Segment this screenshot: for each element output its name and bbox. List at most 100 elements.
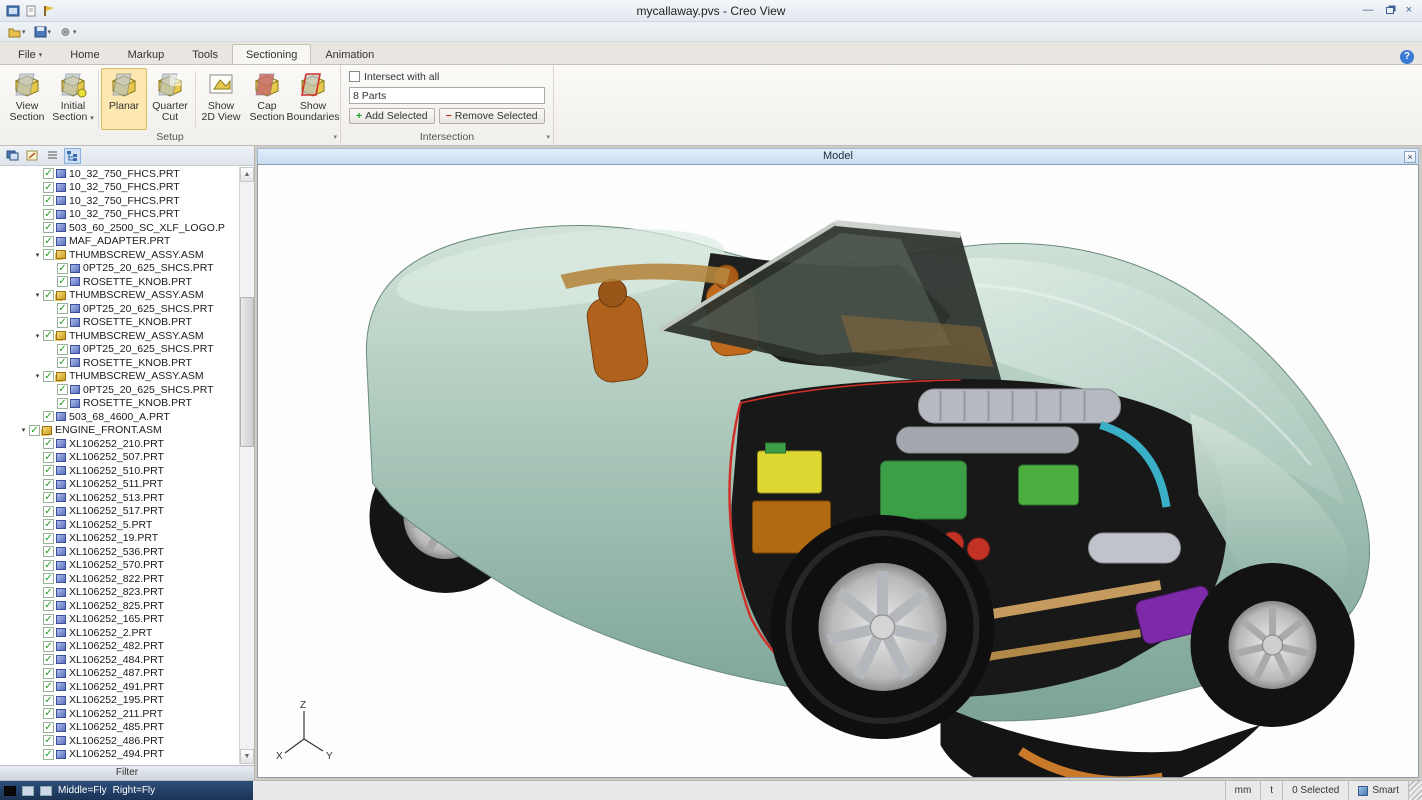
visibility-checkbox-icon[interactable]: ✓ (43, 600, 54, 611)
tree-item-part[interactable]: ✓10_32_750_FHCS.PRT (0, 181, 254, 195)
visibility-checkbox-icon[interactable]: ✓ (43, 168, 54, 179)
tree-item-part[interactable]: ✓0PT25_20_625_SHCS.PRT (0, 383, 254, 397)
visibility-checkbox-icon[interactable]: ✓ (43, 182, 54, 193)
visibility-checkbox-icon[interactable]: ✓ (43, 546, 54, 557)
tree-item-part[interactable]: ✓XL106252_195.PRT (0, 694, 254, 708)
visibility-checkbox-icon[interactable]: ✓ (43, 411, 54, 422)
tab-tools[interactable]: Tools (178, 44, 232, 64)
model-close-icon[interactable]: × (1404, 151, 1416, 163)
tree-item-part[interactable]: ✓XL106252_19.PRT (0, 532, 254, 546)
annotations-icon[interactable] (24, 148, 41, 164)
visibility-checkbox-icon[interactable]: ✓ (43, 681, 54, 692)
visibility-checkbox-icon[interactable]: ✓ (43, 452, 54, 463)
visibility-checkbox-icon[interactable]: ✓ (43, 209, 54, 220)
expander-icon[interactable]: ▾ (32, 372, 43, 380)
view-section-button[interactable]: View Section (4, 68, 50, 130)
tree-scrollbar[interactable]: ▲ ▼ (239, 167, 254, 764)
minimize-button[interactable]: — (1363, 5, 1374, 16)
visibility-checkbox-icon[interactable]: ✓ (57, 303, 68, 314)
tree-item-assembly[interactable]: ▾✓THUMBSCREW_ASSY.ASM (0, 289, 254, 303)
visibility-checkbox-icon[interactable]: ✓ (43, 749, 54, 760)
tree-item-part[interactable]: ✓XL106252_491.PRT (0, 680, 254, 694)
tree-item-part[interactable]: ✓503_60_2500_SC_XLF_LOGO.P (0, 221, 254, 235)
cap-section-button[interactable]: Cap Section (244, 68, 290, 130)
expander-icon[interactable]: ▾ (18, 426, 29, 434)
intake-tube[interactable] (919, 389, 1121, 423)
help-icon[interactable]: ? (1400, 50, 1414, 64)
visibility-checkbox-icon[interactable]: ✓ (43, 573, 54, 584)
visibility-checkbox-icon[interactable]: ✓ (43, 587, 54, 598)
engine-block[interactable] (881, 461, 967, 519)
scroll-down-icon[interactable]: ▼ (240, 749, 254, 764)
visibility-checkbox-icon[interactable]: ✓ (57, 317, 68, 328)
tree-item-part[interactable]: ✓0PT25_20_625_SHCS.PRT (0, 262, 254, 276)
tree-item-part[interactable]: ✓XL106252_482.PRT (0, 640, 254, 654)
tree-item-part[interactable]: ✓0PT25_20_625_SHCS.PRT (0, 343, 254, 357)
visibility-checkbox-icon[interactable]: ✓ (43, 438, 54, 449)
tree-item-part[interactable]: ✓XL106252_485.PRT (0, 721, 254, 735)
quarter-cut-button[interactable]: Quarter Cut (147, 68, 193, 130)
visibility-checkbox-icon[interactable]: ✓ (43, 222, 54, 233)
tree-item-part[interactable]: ✓XL106252_165.PRT (0, 613, 254, 627)
tab-animation[interactable]: Animation (311, 44, 388, 64)
visibility-checkbox-icon[interactable]: ✓ (57, 276, 68, 287)
tree-item-part[interactable]: ✓XL106252_210.PRT (0, 437, 254, 451)
tree-item-part[interactable]: ✓XL106252_211.PRT (0, 707, 254, 721)
status-units[interactable]: mm (1225, 781, 1261, 800)
open-button[interactable]: ▾ (5, 25, 29, 39)
add-selected-button[interactable]: + Add Selected (349, 108, 435, 124)
tree-item-part[interactable]: ✓ROSETTE_KNOB.PRT (0, 397, 254, 411)
tab-markup[interactable]: Markup (114, 44, 179, 64)
visibility-checkbox-icon[interactable]: ✓ (57, 344, 68, 355)
flag-icon[interactable] (42, 5, 56, 17)
visibility-checkbox-icon[interactable]: ✓ (57, 398, 68, 409)
tree-item-part[interactable]: ✓ROSETTE_KNOB.PRT (0, 356, 254, 370)
settings-dropdown-icon[interactable]: ▾ (73, 28, 77, 36)
visibility-checkbox-icon[interactable]: ✓ (29, 425, 40, 436)
far-front-wheel[interactable] (1191, 563, 1355, 727)
visibility-checkbox-icon[interactable]: ✓ (57, 384, 68, 395)
visibility-checkbox-icon[interactable]: ✓ (43, 236, 54, 247)
car-model[interactable] (258, 165, 1418, 777)
tree-item-part[interactable]: ✓XL106252_823.PRT (0, 586, 254, 600)
visibility-checkbox-icon[interactable]: ✓ (43, 641, 54, 652)
planar-button[interactable]: Planar (101, 68, 147, 130)
settings-button[interactable]: ▾ (56, 25, 80, 39)
tab-sectioning[interactable]: Sectioning (232, 44, 311, 64)
tree-item-part[interactable]: ✓0PT25_20_625_SHCS.PRT (0, 302, 254, 316)
status-tolerance[interactable]: t (1260, 781, 1282, 800)
tree-item-part[interactable]: ✓10_32_750_FHCS.PRT (0, 167, 254, 181)
visibility-checkbox-icon[interactable]: ✓ (43, 668, 54, 679)
visibility-checkbox-icon[interactable]: ✓ (43, 249, 54, 260)
tree-item-part[interactable]: ✓XL106252_484.PRT (0, 653, 254, 667)
tree-item-part[interactable]: ✓XL106252_513.PRT (0, 491, 254, 505)
visibility-checkbox-icon[interactable]: ✓ (43, 708, 54, 719)
tree-item-part[interactable]: ✓10_32_750_FHCS.PRT (0, 208, 254, 222)
visibility-checkbox-icon[interactable]: ✓ (43, 330, 54, 341)
tree-item-part[interactable]: ✓10_32_750_FHCS.PRT (0, 194, 254, 208)
visibility-checkbox-icon[interactable]: ✓ (43, 506, 54, 517)
visibility-checkbox-icon[interactable]: ✓ (57, 357, 68, 368)
visibility-checkbox-icon[interactable]: ✓ (43, 735, 54, 746)
visibility-checkbox-icon[interactable]: ✓ (43, 290, 54, 301)
tree-item-assembly[interactable]: ▾✓THUMBSCREW_ASSY.ASM (0, 370, 254, 384)
close-button[interactable]: × (1406, 5, 1412, 16)
expander-icon[interactable]: ▾ (32, 332, 43, 340)
tree-item-part[interactable]: ✓XL106252_2.PRT (0, 626, 254, 640)
tree-item-part[interactable]: ✓503_68_4600_A.PRT (0, 410, 254, 424)
tree-item-assembly[interactable]: ▾✓ENGINE_FRONT.ASM (0, 424, 254, 438)
visibility-checkbox-icon[interactable]: ✓ (43, 722, 54, 733)
navigation-icon[interactable] (40, 786, 52, 796)
visibility-checkbox-icon[interactable]: ✓ (43, 371, 54, 382)
tree-item-part[interactable]: ✓XL106252_822.PRT (0, 572, 254, 586)
tree-item-part[interactable]: ✓XL106252_507.PRT (0, 451, 254, 465)
visibility-checkbox-icon[interactable]: ✓ (43, 695, 54, 706)
visibility-checkbox-icon[interactable]: ✓ (43, 614, 54, 625)
tree-item-part[interactable]: ✓XL106252_511.PRT (0, 478, 254, 492)
restore-button[interactable] (1386, 7, 1394, 14)
visibility-checkbox-icon[interactable]: ✓ (43, 195, 54, 206)
visibility-checkbox-icon[interactable]: ✓ (43, 492, 54, 503)
visibility-checkbox-icon[interactable]: ✓ (43, 560, 54, 571)
filter-bar[interactable]: Filter (0, 765, 254, 780)
setup-dialog-launcher-icon[interactable]: ▾ (333, 130, 337, 145)
